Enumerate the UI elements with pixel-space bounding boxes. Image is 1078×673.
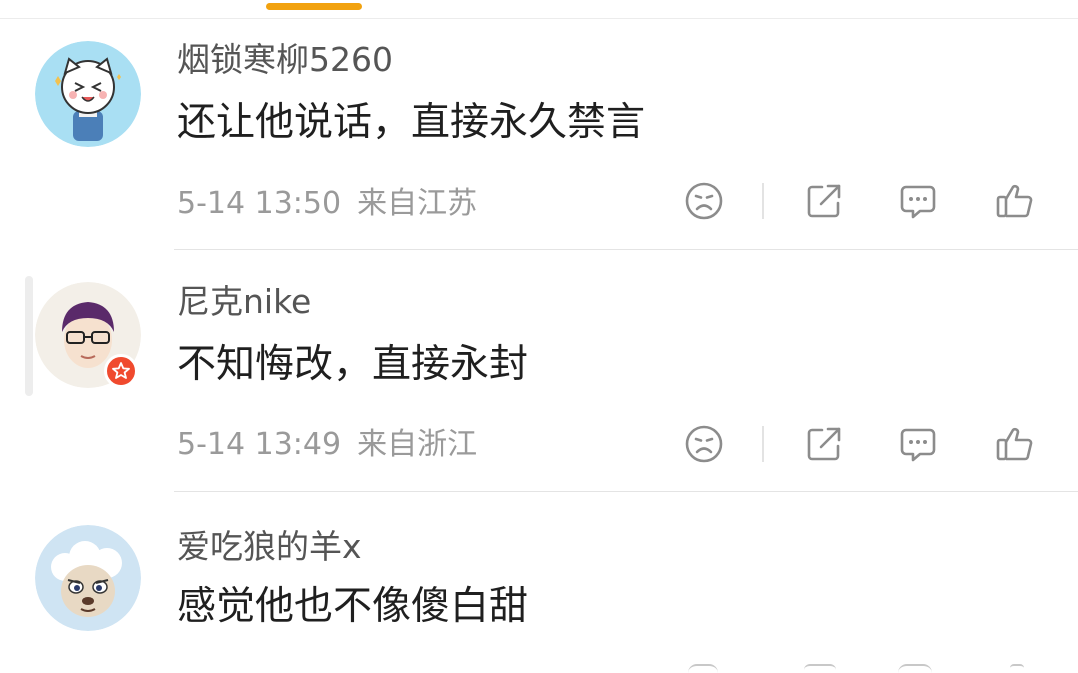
comment-icon bbox=[900, 428, 936, 462]
location: 来自浙江 bbox=[357, 427, 478, 462]
comment-icon bbox=[898, 664, 932, 673]
comment-meta: 5-14 13:49 来自浙江 bbox=[177, 427, 493, 463]
comment-button[interactable] bbox=[896, 422, 940, 466]
username[interactable]: 烟锁寒柳5260 bbox=[177, 40, 393, 80]
like-button[interactable] bbox=[993, 422, 1037, 466]
comment-icon bbox=[900, 185, 936, 219]
avatar[interactable] bbox=[35, 525, 141, 631]
like-button[interactable] bbox=[993, 179, 1037, 223]
timestamp: 5-14 13:50 bbox=[177, 186, 342, 221]
share-icon bbox=[804, 664, 836, 673]
star-icon bbox=[112, 362, 130, 379]
comment-highlight-bar bbox=[25, 276, 33, 396]
comment-text: 感觉他也不像傻白甜 bbox=[177, 584, 529, 629]
comment-button[interactable] bbox=[896, 179, 940, 223]
share-button[interactable] bbox=[802, 179, 846, 223]
comment-item: 烟锁寒柳5260 还让他说话，直接永久禁言 5-14 13:50 来自江苏 bbox=[0, 18, 1078, 250]
username[interactable]: 尼克nike bbox=[177, 282, 311, 322]
next-action-row-peek bbox=[0, 664, 1078, 671]
sad-face-icon bbox=[685, 182, 723, 220]
dislike-button[interactable] bbox=[682, 179, 726, 223]
share-icon bbox=[807, 427, 841, 461]
share-button[interactable] bbox=[802, 422, 846, 466]
comment-item: 爱吃狼的羊x 感觉他也不像傻白甜 bbox=[0, 492, 1078, 671]
active-tab-indicator bbox=[266, 3, 362, 10]
verified-badge bbox=[104, 354, 138, 388]
thumbs-up-icon bbox=[996, 427, 1033, 461]
avatar[interactable] bbox=[35, 41, 141, 147]
thumbs-up-icon bbox=[1010, 664, 1024, 673]
action-separator bbox=[762, 426, 764, 462]
share-icon bbox=[807, 184, 841, 218]
comment-item: 尼克nike 不知悔改，直接永封 5-14 13:49 来自浙江 bbox=[0, 250, 1078, 492]
comment-text: 不知悔改，直接永封 bbox=[177, 342, 529, 387]
thumbs-up-icon bbox=[996, 184, 1033, 218]
dislike-button[interactable] bbox=[682, 422, 726, 466]
sad-face-icon bbox=[688, 664, 718, 673]
comment-text: 还让他说话，直接永久禁言 bbox=[177, 100, 646, 145]
username[interactable]: 爱吃狼的羊x bbox=[177, 527, 362, 567]
action-separator bbox=[762, 183, 764, 219]
timestamp: 5-14 13:49 bbox=[177, 427, 342, 462]
comment-meta: 5-14 13:50 来自江苏 bbox=[177, 186, 493, 222]
sad-face-icon bbox=[685, 425, 723, 463]
tab-bar bbox=[0, 0, 1078, 19]
location: 来自江苏 bbox=[357, 186, 478, 221]
